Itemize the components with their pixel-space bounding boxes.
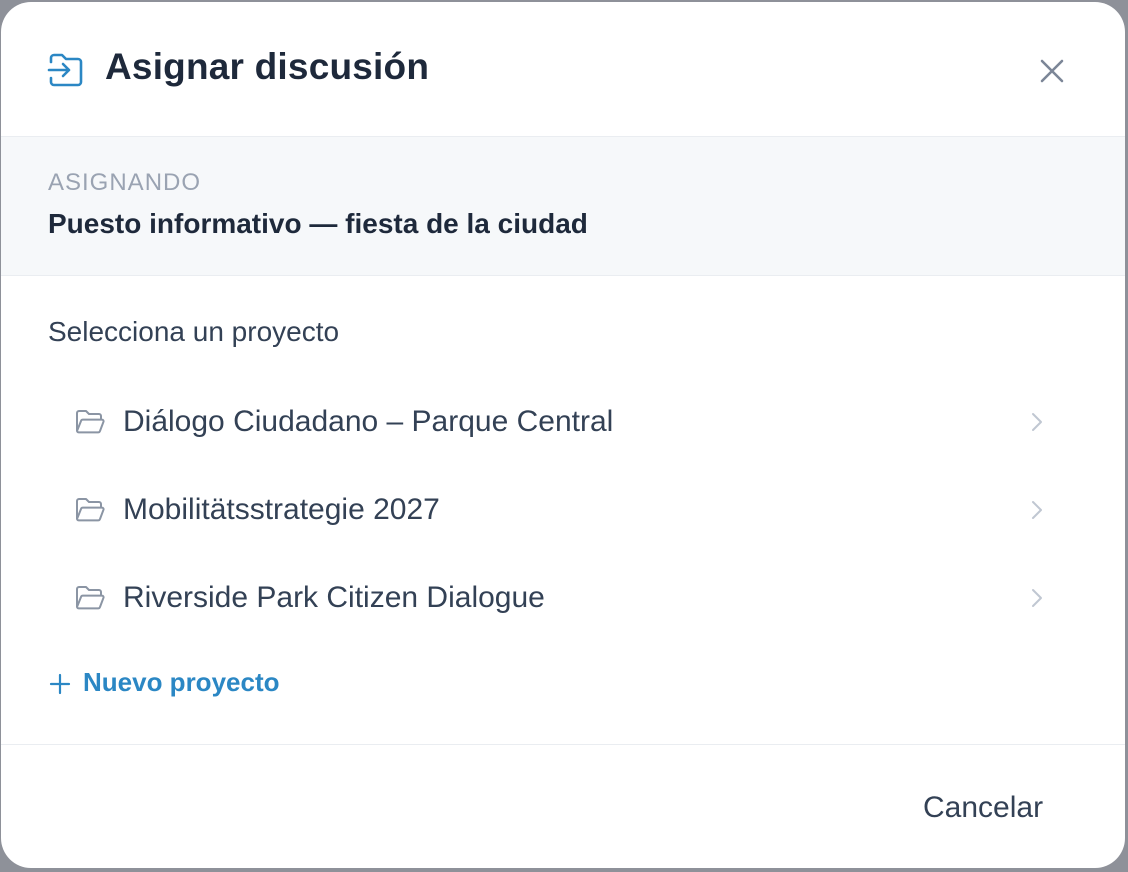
assign-arrow-icon — [47, 53, 83, 87]
project-name: Riverside Park Citizen Dialogue — [123, 581, 545, 614]
chevron-right-icon — [1032, 501, 1042, 519]
project-name: Diálogo Ciudadano – Parque Central — [123, 405, 614, 438]
discussion-title: Puesto informativo — fiesta de la ciudad — [48, 208, 588, 239]
plus-icon — [49, 673, 71, 695]
dialog-footer: Cancelar — [1, 744, 1125, 868]
dialog-header: Asignar discusión — [1, 2, 1125, 137]
assign-discussion-dialog: Asignar discusión ASIGNANDO Puesto infor… — [1, 2, 1125, 868]
new-project-label: Nuevo proyecto — [83, 667, 280, 697]
project-section-label: Selecciona un proyecto — [48, 316, 340, 347]
folder-open-icon — [76, 586, 105, 610]
dialog-title: Asignar discusión — [105, 46, 430, 87]
context-label: ASIGNANDO — [48, 169, 202, 196]
cancel-button[interactable]: Cancelar — [905, 783, 1061, 833]
chevron-right-icon — [1032, 589, 1042, 607]
project-list: Diálogo Ciudadano – Parque Central Mobil… — [48, 379, 1078, 643]
project-item[interactable]: Mobilitätsstrategie 2027 — [48, 467, 1078, 555]
folder-open-icon — [76, 410, 105, 434]
folder-open-icon — [76, 498, 105, 522]
project-item[interactable]: Riverside Park Citizen Dialogue — [48, 555, 1078, 643]
close-icon[interactable] — [1035, 54, 1069, 88]
chevron-right-icon — [1032, 413, 1042, 431]
project-item[interactable]: Diálogo Ciudadano – Parque Central — [48, 379, 1078, 467]
assigning-context: ASIGNANDO Puesto informativo — fiesta de… — [1, 137, 1125, 276]
project-name: Mobilitätsstrategie 2027 — [123, 493, 440, 526]
